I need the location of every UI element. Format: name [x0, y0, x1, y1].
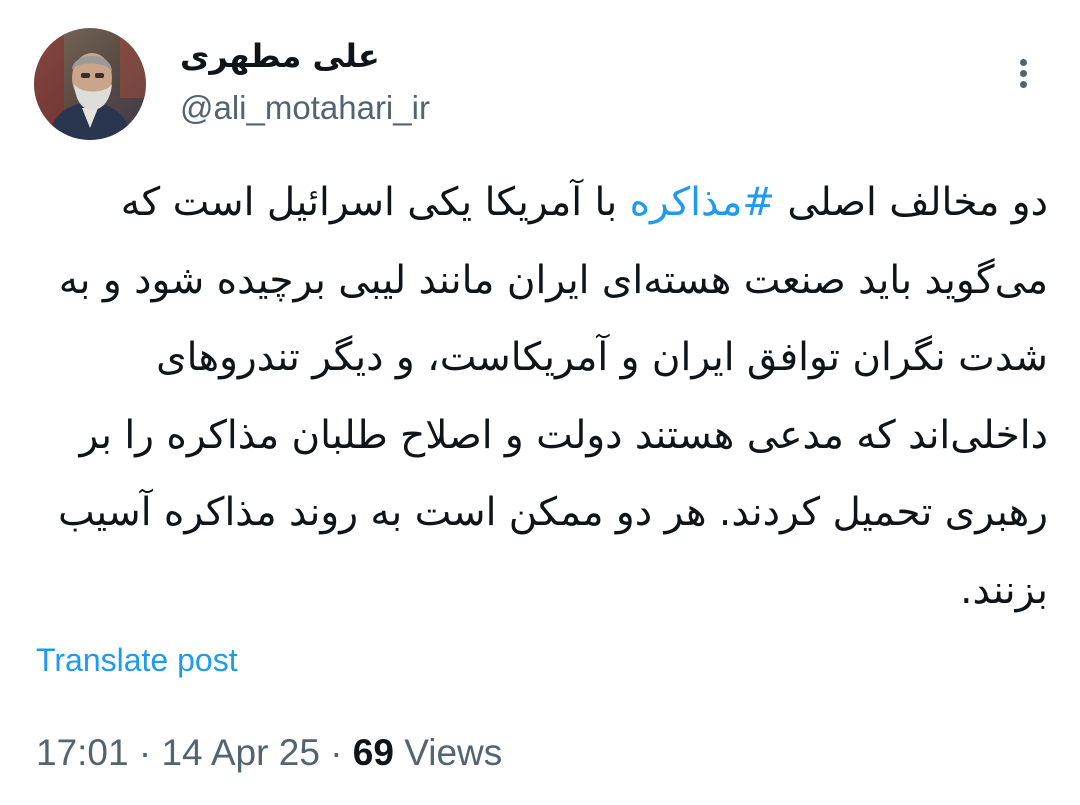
author-handle[interactable]: @ali_motahari_ir: [180, 86, 430, 130]
meta-separator: ·: [138, 732, 152, 773]
post-date[interactable]: 14 Apr 25: [161, 732, 319, 773]
tweet-card: علی مطهری @ali_motahari_ir دو مخالف اصلی…: [0, 0, 1080, 805]
hashtag-link[interactable]: #مذاکره: [630, 180, 775, 225]
avatar[interactable]: [34, 28, 146, 140]
author-display-name[interactable]: علی مطهری: [180, 34, 380, 78]
meta-separator: ·: [330, 732, 343, 773]
views-label: Views: [404, 732, 503, 773]
post-text-rest: با آمریکا یکی اسرائیل است که می‌گوید بای…: [57, 180, 1048, 613]
post-metadata: 17:01 · 14 Apr 25 · 69 Views: [36, 730, 502, 776]
post-text-start: دو مخالف اصلی: [775, 180, 1048, 225]
post-time[interactable]: 17:01: [36, 732, 129, 773]
post-text: دو مخالف اصلی #مذاکره با آمریکا یکی اسرا…: [30, 164, 1048, 629]
translate-post-link[interactable]: Translate post: [36, 638, 238, 682]
views-count[interactable]: 69: [353, 732, 394, 773]
avatar-photo: [34, 28, 146, 140]
more-options-button[interactable]: [1004, 50, 1044, 98]
